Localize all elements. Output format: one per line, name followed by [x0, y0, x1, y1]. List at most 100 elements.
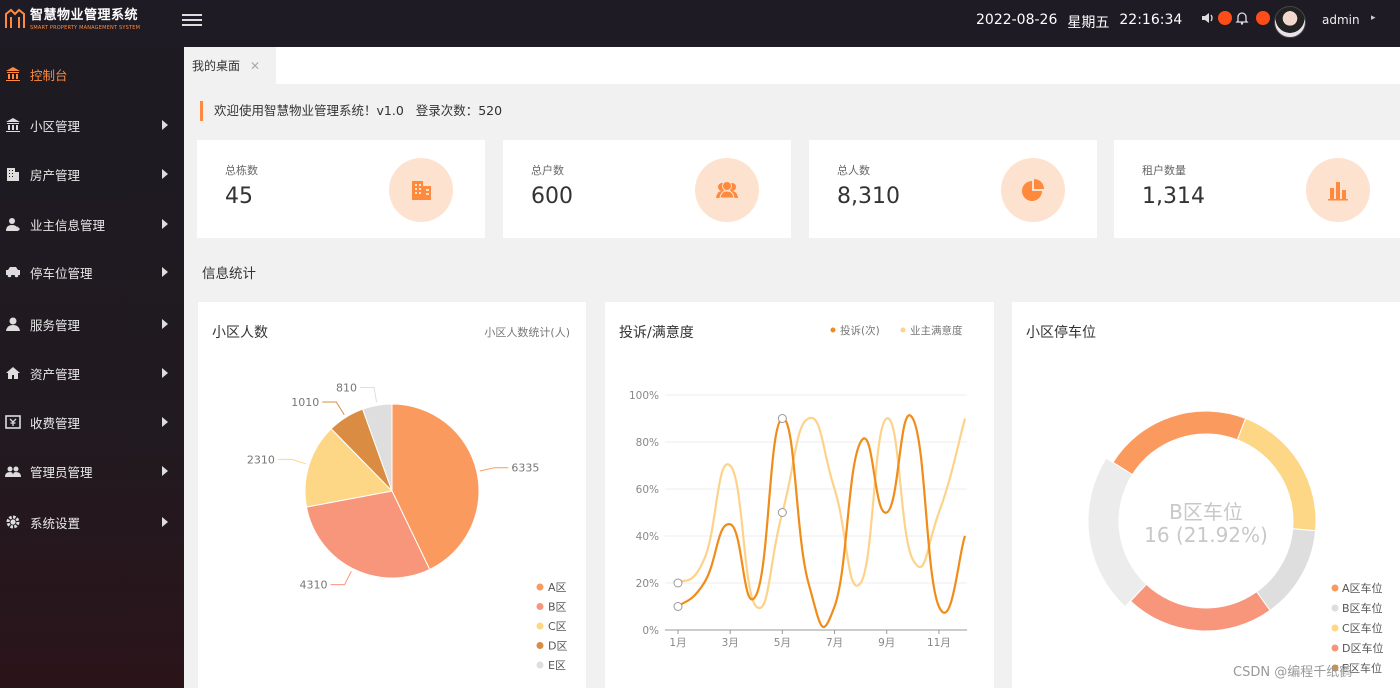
- y-tick-label: 80%: [636, 437, 659, 449]
- stat-value: 45: [225, 184, 253, 209]
- donut-slice[interactable]: [1112, 410, 1247, 476]
- legend-marker[interactable]: [1331, 584, 1339, 592]
- legend-label[interactable]: A区车位: [1342, 581, 1383, 595]
- legend-marker[interactable]: [1331, 624, 1339, 632]
- legend-label[interactable]: A区: [548, 581, 567, 594]
- sidebar-item-label: 房产管理: [30, 167, 81, 183]
- sidebar-item-community[interactable]: 小区管理: [0, 105, 184, 145]
- sidebar-item-service[interactable]: 服务管理: [0, 304, 184, 344]
- y-tick-label: 0%: [642, 625, 659, 637]
- gear-icon: [4, 513, 22, 531]
- legend-marker[interactable]: [536, 583, 544, 591]
- legend-marker[interactable]: [830, 327, 836, 333]
- stat-label: 总栋数: [225, 164, 258, 177]
- legend-marker[interactable]: [1331, 604, 1339, 612]
- panel-title: 小区人数: [212, 325, 268, 341]
- label-leader-line: [479, 467, 509, 472]
- sidebar-item-label: 服务管理: [30, 317, 81, 333]
- legend-label[interactable]: E区: [548, 659, 566, 672]
- home-icon: [4, 364, 22, 382]
- legend-label[interactable]: 业主满意度: [910, 324, 963, 337]
- stat-label: 总户数: [531, 164, 564, 177]
- time-text: 22:16:34: [1119, 12, 1183, 28]
- residents-panel: 6335 4310 2310 1010 810 A区 B区 C区 D区 E区 小区人数 小区人数统…: [198, 302, 586, 688]
- sidebar-item-label: 收费管理: [30, 415, 81, 431]
- sidebar-item-parking[interactable]: 停车位管理: [0, 252, 184, 292]
- user-icon: [4, 215, 22, 233]
- legend-marker[interactable]: [536, 642, 544, 649]
- close-icon[interactable]: ✕: [250, 59, 260, 73]
- legend-marker[interactable]: [536, 661, 544, 669]
- bell-icon[interactable]: [1234, 10, 1250, 26]
- legend-label[interactable]: 投诉(次): [840, 324, 880, 337]
- stat-label: 租户数量: [1142, 164, 1186, 177]
- data-label: 6335: [511, 462, 539, 475]
- x-tick-label: 9月: [878, 637, 895, 649]
- stat-label: 总人数: [837, 164, 870, 177]
- sidebar-item-property[interactable]: 房产管理: [0, 154, 184, 194]
- speaker-icon[interactable]: [1200, 10, 1216, 26]
- tab-my-desktop[interactable]: 我的桌面 ✕: [184, 47, 276, 84]
- legend-label[interactable]: D区车位: [1342, 641, 1383, 655]
- menu-toggle-button[interactable]: [182, 11, 202, 31]
- caret-right-icon[interactable]: ▸: [1371, 13, 1376, 23]
- legend-label[interactable]: C区: [548, 620, 567, 633]
- series-line[interactable]: [677, 416, 967, 610]
- datetime: 2022-08-26 星期五 22:16:34: [976, 12, 1182, 32]
- y-tick-label: 60%: [636, 484, 659, 496]
- person-icon: [4, 315, 22, 333]
- x-tick-label: 3月: [722, 637, 739, 649]
- donut-slice[interactable]: [1087, 457, 1148, 608]
- data-point[interactable]: [777, 414, 787, 423]
- label-leader-line: [322, 401, 345, 415]
- username[interactable]: admin: [1322, 13, 1360, 27]
- hamburger-line: [182, 24, 202, 26]
- y-tick-label: 40%: [636, 531, 659, 543]
- stat-card-tenants: 租户数量 1,314: [1114, 140, 1400, 238]
- parking-panel: B区车位 16 (21.92%) A区车位 B区车位 C区车位 D区车位 E区车位 小区停车…: [1012, 302, 1400, 688]
- legend-label[interactable]: B区: [548, 601, 567, 614]
- bank-icon: [4, 116, 22, 134]
- sidebar-item-billing[interactable]: 收费管理: [0, 402, 184, 442]
- caret-right-icon: [162, 267, 168, 277]
- sidebar-item-console[interactable]: 控制台: [0, 54, 184, 94]
- label-leader-line: [330, 571, 352, 586]
- message-dot[interactable]: [1256, 11, 1270, 25]
- hamburger-line: [182, 19, 202, 21]
- avatar[interactable]: [1274, 6, 1306, 38]
- data-point[interactable]: [673, 578, 683, 588]
- y-tick-label: 20%: [636, 578, 659, 590]
- stat-card-population: 总人数 8,310: [809, 140, 1097, 238]
- data-point[interactable]: [673, 602, 683, 611]
- section-title: 信息统计: [202, 266, 256, 282]
- legend-label[interactable]: B区车位: [1342, 601, 1383, 615]
- brand[interactable]: 智慧物业管理系统 SMART PROPERTY MANAGEMENT SYSTE…: [0, 0, 184, 47]
- stat-value: 8,310: [837, 184, 900, 209]
- panel-title: 小区停车位: [1026, 325, 1096, 341]
- sidebar-item-label: 控制台: [30, 67, 68, 83]
- legend-label[interactable]: C区车位: [1342, 621, 1383, 635]
- notification-dot[interactable]: [1218, 11, 1232, 25]
- sidebar-item-label: 管理员管理: [30, 464, 93, 480]
- caret-right-icon: [162, 120, 168, 130]
- label-leader-line: [277, 458, 307, 465]
- legend-marker[interactable]: [536, 622, 544, 630]
- center-value: 16 (21.92%): [1144, 523, 1268, 547]
- sidebar-item-admin[interactable]: 管理员管理: [0, 451, 184, 491]
- panel-title: 投诉/满意度: [619, 325, 694, 341]
- weekday-text: 星期五: [1067, 15, 1110, 31]
- caret-right-icon: [162, 169, 168, 179]
- legend-label[interactable]: D区: [548, 640, 567, 653]
- donut-slice[interactable]: [1236, 417, 1317, 532]
- legend-marker[interactable]: [1331, 644, 1339, 652]
- legend-marker[interactable]: [536, 603, 544, 610]
- sidebar-item-settings[interactable]: 系统设置: [0, 502, 184, 542]
- brand-logo-icon: [5, 8, 25, 28]
- sidebar-item-owner-info[interactable]: 业主信息管理: [0, 204, 184, 244]
- sidebar-item-assets[interactable]: 资产管理: [0, 353, 184, 393]
- series-line[interactable]: [677, 414, 967, 629]
- donut-slice[interactable]: [1129, 583, 1271, 632]
- data-point[interactable]: [777, 508, 787, 517]
- legend-marker[interactable]: [900, 327, 906, 333]
- stat-card-buildings: 总栋数 45: [197, 140, 485, 238]
